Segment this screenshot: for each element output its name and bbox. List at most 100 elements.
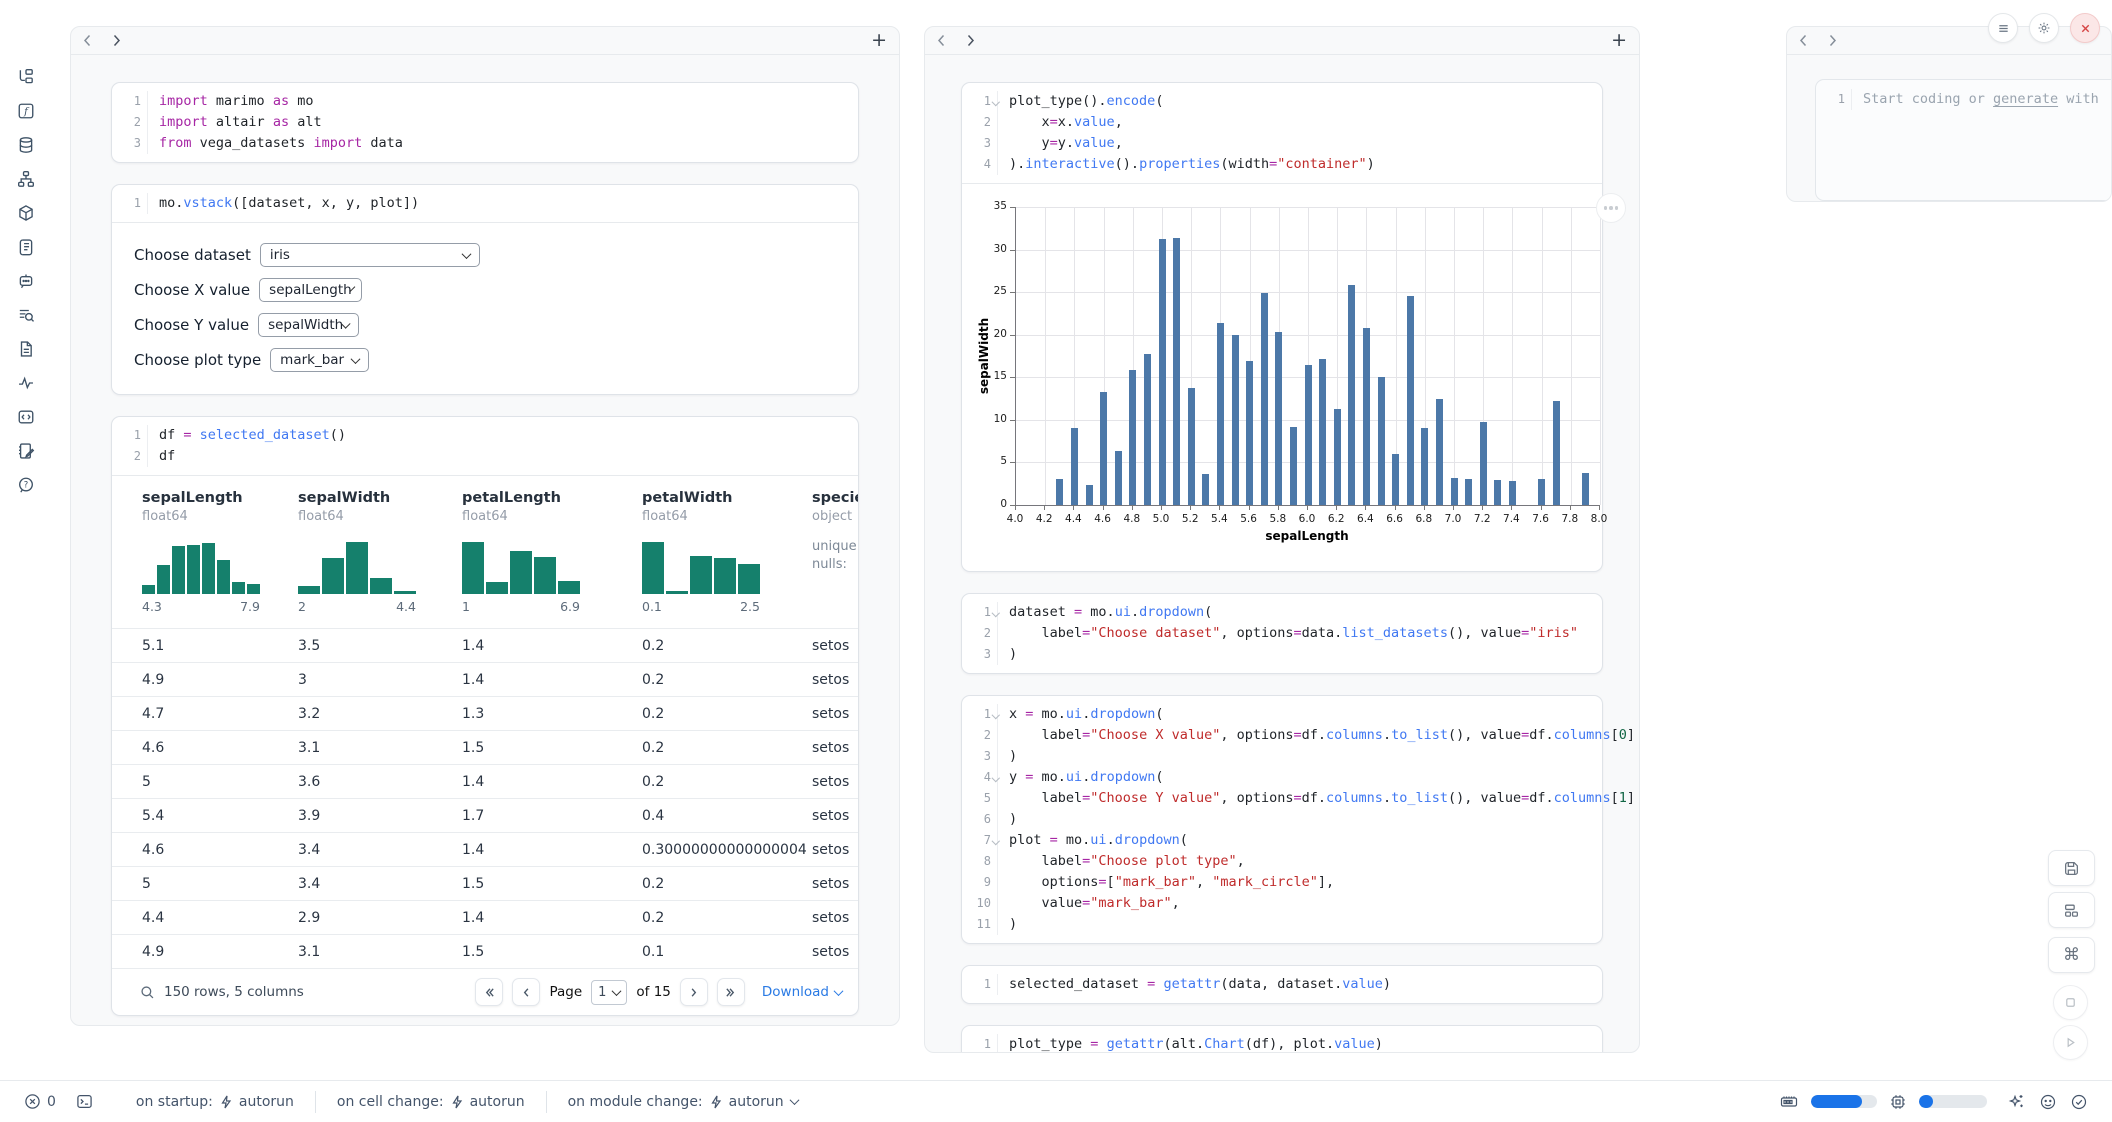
dropdown-label: Choose X value bbox=[134, 281, 250, 299]
code-editor-plot[interactable]: 1plot_type().encode(2 x=x.value,3 y=y.va… bbox=[962, 83, 1602, 183]
dropdown-choose-plot-type[interactable]: mark_bar bbox=[270, 348, 369, 372]
connection-status-icon[interactable] bbox=[2070, 1093, 2088, 1111]
line-number: 3 bbox=[962, 746, 998, 767]
terminal-icon[interactable] bbox=[76, 1093, 93, 1110]
table-row[interactable]: 4.63.41.40.30000000000000004setos bbox=[112, 832, 858, 866]
table-column-header[interactable]: petalLengthfloat6416.9 bbox=[462, 490, 642, 628]
chart-plot-area[interactable] bbox=[1015, 207, 1600, 506]
table-row[interactable]: 53.41.50.2setos bbox=[112, 866, 858, 900]
page-select[interactable]: 1 bbox=[591, 980, 627, 1005]
table-cell: setos bbox=[812, 910, 858, 926]
notebook-column-3: 1 Start coding or generate with bbox=[1786, 26, 2112, 202]
ai-sparkles-icon[interactable] bbox=[2008, 1093, 2026, 1111]
help-icon[interactable]: ? bbox=[17, 476, 35, 494]
errors-indicator[interactable]: 0 bbox=[24, 1093, 56, 1110]
code-editor-dataset[interactable]: 1dataset = mo.ui.dropdown(2 label="Choos… bbox=[962, 594, 1602, 673]
table-column-header[interactable]: petalWidthfloat640.12.5 bbox=[642, 490, 812, 628]
on-cell-change-mode[interactable]: on cell change: autorun bbox=[337, 1094, 525, 1110]
on-startup-mode[interactable]: on startup: autorun bbox=[136, 1094, 294, 1110]
page-count-label: of 15 bbox=[636, 984, 670, 1000]
table-row[interactable]: 5.13.51.40.2setos bbox=[112, 628, 858, 662]
fold-chevron-icon[interactable] bbox=[991, 711, 999, 719]
outline-search-icon[interactable] bbox=[17, 306, 35, 324]
code-editor-xy[interactable]: 1x = mo.ui.dropdown(2 label="Choose X va… bbox=[962, 696, 1602, 943]
table-row[interactable]: 4.63.11.50.2setos bbox=[112, 730, 858, 764]
table-column-header[interactable]: sepalWidthfloat6424.4 bbox=[298, 490, 462, 628]
column-move-right-icon[interactable] bbox=[1828, 34, 1837, 47]
chart-bar bbox=[1407, 296, 1414, 505]
tracing-icon[interactable] bbox=[17, 374, 35, 392]
on-module-change-mode[interactable]: on module change: autorun bbox=[568, 1094, 798, 1110]
add-column-button[interactable]: + bbox=[1611, 31, 1627, 50]
column-move-left-icon[interactable] bbox=[83, 34, 92, 47]
y-tick-label: 25 bbox=[967, 285, 1007, 297]
dropdown-choose-dataset[interactable]: iris bbox=[260, 243, 480, 267]
download-button[interactable]: Download bbox=[762, 984, 842, 1000]
table-row[interactable]: 4.93.11.50.1setos bbox=[112, 934, 858, 968]
table-row[interactable]: 4.73.21.30.2setos bbox=[112, 696, 858, 730]
x-tick-label: 7.2 bbox=[1474, 513, 1491, 525]
stop-button[interactable] bbox=[2053, 985, 2088, 1020]
table-column-header[interactable]: sepalLengthfloat644.37.9 bbox=[142, 490, 298, 628]
table-cell: 3.1 bbox=[298, 740, 462, 756]
line-number: 1 bbox=[962, 602, 998, 623]
cpu-icon bbox=[1890, 1094, 1906, 1110]
scratchpad-icon[interactable] bbox=[17, 442, 35, 460]
table-column-header[interactable]: speciesobjectunique:nulls: bbox=[812, 490, 858, 628]
code-editor-imports[interactable]: 1import marimo as mo2import altair as al… bbox=[112, 83, 858, 162]
fold-chevron-icon[interactable] bbox=[991, 609, 999, 617]
dropdown-choose-x-value[interactable]: sepalLength bbox=[259, 278, 362, 302]
code-editor-plottype[interactable]: 1plot_type = getattr(alt.Chart(df), plot… bbox=[962, 1026, 1602, 1053]
code-editor-df[interactable]: 1df = selected_dataset()2df bbox=[112, 417, 858, 475]
code-editor-vstack[interactable]: 1mo.vstack([dataset, x, y, plot]) bbox=[112, 185, 858, 222]
fold-chevron-icon[interactable] bbox=[991, 98, 999, 106]
ai-chat-icon[interactable] bbox=[17, 272, 35, 290]
table-row[interactable]: 53.61.40.2setos bbox=[112, 764, 858, 798]
prev-page-button[interactable] bbox=[512, 978, 540, 1006]
dropdown-choose-y-value[interactable]: sepalWidth bbox=[258, 313, 359, 337]
add-column-button[interactable]: + bbox=[871, 31, 887, 50]
file-explorer-icon[interactable] bbox=[17, 68, 35, 86]
table-row[interactable]: 4.42.91.40.2setos bbox=[112, 900, 858, 934]
table-row[interactable]: 5.43.91.70.4setos bbox=[112, 798, 858, 832]
cell-vstack: 1mo.vstack([dataset, x, y, plot]) Choose… bbox=[111, 184, 859, 395]
copilot-icon[interactable] bbox=[2039, 1093, 2057, 1111]
line-number: 1 bbox=[962, 1034, 998, 1053]
save-button[interactable] bbox=[2048, 850, 2095, 886]
line-number: 1 bbox=[962, 704, 998, 725]
layout-toggle-button[interactable] bbox=[2048, 892, 2095, 928]
next-page-button[interactable] bbox=[680, 978, 708, 1006]
shutdown-button[interactable] bbox=[2070, 13, 2100, 43]
output-menu-button[interactable] bbox=[1596, 193, 1626, 223]
run-all-button[interactable] bbox=[2053, 1025, 2088, 1060]
column-move-left-icon[interactable] bbox=[937, 34, 946, 47]
empty-cell[interactable]: 1 Start coding or generate with bbox=[1815, 79, 2112, 201]
fold-chevron-icon[interactable] bbox=[991, 837, 999, 845]
column-move-right-icon[interactable] bbox=[966, 34, 975, 47]
search-icon[interactable] bbox=[140, 985, 155, 1000]
fold-chevron-icon[interactable] bbox=[991, 774, 999, 782]
line-number: 1 bbox=[962, 91, 998, 112]
chart-bar bbox=[1451, 478, 1458, 505]
column-move-left-icon[interactable] bbox=[1799, 34, 1808, 47]
memory-usage-bar bbox=[1811, 1095, 1877, 1108]
generate-with-ai-link[interactable]: generate bbox=[1993, 91, 2058, 107]
settings-button[interactable] bbox=[2029, 13, 2059, 43]
table-row[interactable]: 4.931.40.2setos bbox=[112, 662, 858, 696]
altair-chart[interactable]: 4.04.24.44.64.85.05.25.45.65.86.06.26.46… bbox=[962, 183, 1602, 571]
first-page-button[interactable] bbox=[475, 978, 503, 1006]
y-tick-label: 30 bbox=[967, 243, 1007, 255]
line-number: 4 bbox=[962, 154, 998, 175]
variables-icon[interactable]: f bbox=[17, 102, 35, 120]
documentation-icon[interactable] bbox=[17, 340, 35, 358]
snippets-icon[interactable] bbox=[17, 408, 35, 426]
dependency-graph-icon[interactable] bbox=[17, 170, 35, 188]
code-editor-selected[interactable]: 1selected_dataset = getattr(data, datase… bbox=[962, 966, 1602, 1003]
last-page-button[interactable] bbox=[717, 978, 745, 1006]
column-move-right-icon[interactable] bbox=[112, 34, 121, 47]
keyboard-shortcuts-button[interactable]: ⌘ bbox=[2048, 937, 2095, 973]
menu-button[interactable] bbox=[1988, 13, 2018, 43]
logs-icon[interactable] bbox=[17, 238, 35, 256]
packages-icon[interactable] bbox=[17, 204, 35, 222]
datasources-icon[interactable] bbox=[17, 136, 35, 154]
